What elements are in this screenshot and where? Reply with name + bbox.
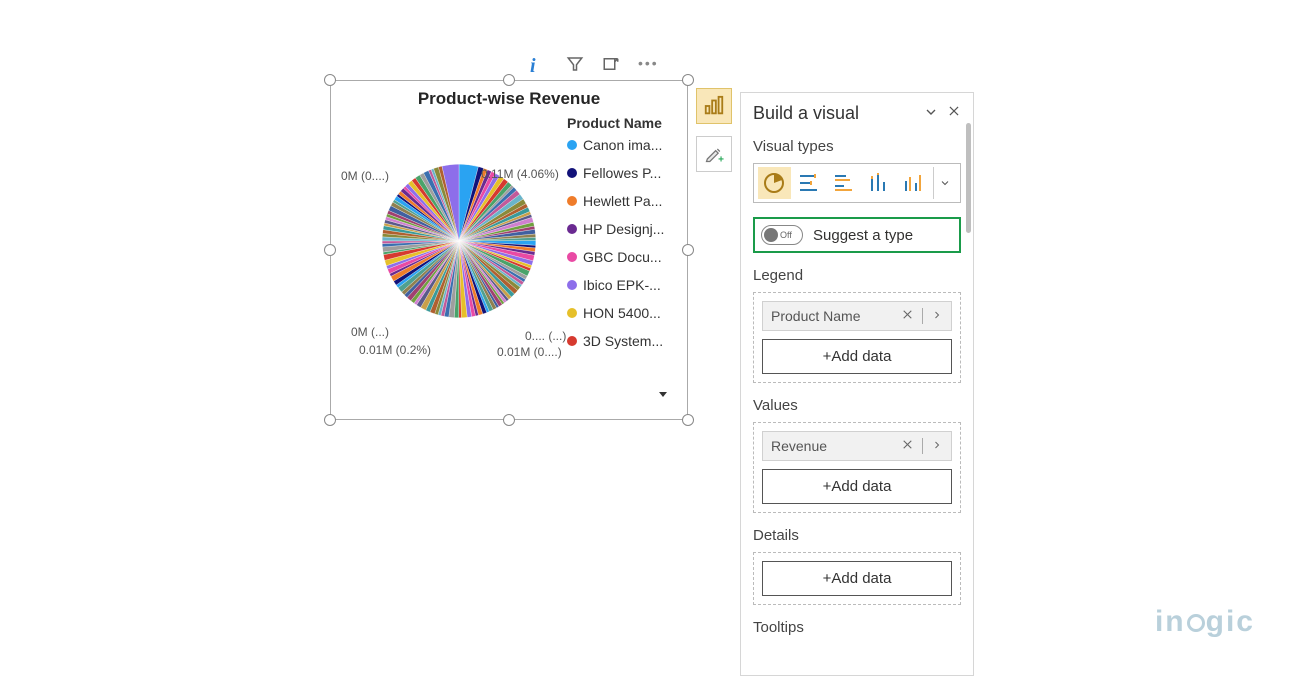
legend-label: 3D System... (583, 333, 663, 349)
legend-dot (567, 224, 577, 234)
close-icon[interactable] (947, 104, 961, 123)
legend-item[interactable]: 3D System... (567, 333, 677, 349)
divider (922, 438, 923, 454)
build-visual-panel: Build a visual Visual types (740, 92, 974, 676)
remove-field-icon[interactable] (901, 438, 914, 454)
suggest-type-label: Suggest a type (813, 227, 913, 244)
field-menu-icon[interactable] (931, 438, 943, 454)
add-data-button[interactable]: +Add data (762, 469, 952, 504)
legend-item[interactable]: HON 5400... (567, 305, 677, 321)
details-field-well[interactable]: +Add data (753, 552, 961, 605)
viz-types-more[interactable] (933, 167, 956, 199)
legend-label: Canon ima... (583, 137, 662, 153)
visual-types-label: Visual types (753, 138, 961, 155)
values-section-label: Values (753, 397, 961, 414)
resize-handle[interactable] (682, 244, 694, 256)
legend-field-well[interactable]: Product Name +Add data (753, 292, 961, 383)
legend-dot (567, 336, 577, 346)
legend-dot (567, 280, 577, 290)
resize-handle[interactable] (682, 74, 694, 86)
values-field-chip[interactable]: Revenue (762, 431, 952, 461)
resize-handle[interactable] (324, 74, 336, 86)
legend-field-chip[interactable]: Product Name (762, 301, 952, 331)
suggest-type-row: Off Suggest a type (753, 217, 961, 253)
watermark: ingic (1155, 605, 1255, 639)
remove-field-icon[interactable] (901, 308, 914, 324)
chart-legend: Product Name Canon ima... Fellowes P... He… (567, 115, 677, 361)
legend-dot (567, 308, 577, 318)
focus-mode-icon[interactable] (602, 55, 620, 73)
legend-label: HON 5400... (583, 305, 661, 321)
legend-label: Hewlett Pa... (583, 193, 662, 209)
toggle-state: Off (780, 230, 792, 240)
more-options-icon[interactable]: ••• (638, 55, 656, 73)
pie-label: 0.01M (0.2%) (359, 343, 431, 357)
panel-tab-buttons: + (696, 88, 732, 172)
pie-label: 0.01M (0....) (497, 345, 562, 359)
info-icon[interactable]: i (530, 55, 548, 73)
visual-types-row (753, 163, 961, 203)
viz-type-stacked-column[interactable] (863, 167, 896, 199)
pie-label: 0.11M (4.06%) (481, 167, 559, 181)
viz-type-clustered-bar[interactable] (828, 167, 861, 199)
legend-label: Fellowes P... (583, 165, 661, 181)
viz-type-pie[interactable] (758, 167, 791, 199)
pie-chart[interactable] (379, 161, 539, 321)
legend-item[interactable]: GBC Docu... (567, 249, 677, 265)
scrollbar[interactable] (966, 123, 971, 233)
add-data-button[interactable]: +Add data (762, 561, 952, 596)
legend-label: Ibico EPK-... (583, 277, 661, 293)
divider (922, 308, 923, 324)
panel-title: Build a visual (753, 103, 859, 124)
svg-text:+: + (718, 154, 724, 164)
legend-item[interactable]: HP Designj... (567, 221, 677, 237)
field-name: Product Name (771, 308, 860, 324)
values-field-well[interactable]: Revenue +Add data (753, 422, 961, 513)
filter-icon[interactable] (566, 55, 584, 73)
field-menu-icon[interactable] (931, 308, 943, 324)
resize-handle[interactable] (503, 414, 515, 426)
suggest-type-toggle[interactable]: Off (761, 225, 803, 245)
legend-item[interactable]: Fellowes P... (567, 165, 677, 181)
resize-handle[interactable] (324, 414, 336, 426)
legend-dot (567, 252, 577, 262)
resize-handle[interactable] (324, 244, 336, 256)
pie-label: 0M (...) (351, 325, 389, 339)
legend-dot (567, 196, 577, 206)
visual-header-toolbar: i ••• (530, 55, 656, 73)
legend-title: Product Name (567, 115, 677, 131)
legend-label: HP Designj... (583, 221, 664, 237)
collapse-icon[interactable] (923, 104, 939, 123)
viz-type-stacked-bar[interactable] (793, 167, 826, 199)
details-section-label: Details (753, 527, 961, 544)
resize-handle[interactable] (682, 414, 694, 426)
chart-visual-container[interactable]: Product-wise Revenue 0M (0....) 0.11M (4… (330, 80, 688, 420)
pie-label: 0M (0....) (341, 169, 389, 183)
build-visual-tab[interactable] (696, 88, 732, 124)
legend-item[interactable]: Canon ima... (567, 137, 677, 153)
field-name: Revenue (771, 438, 827, 454)
legend-item[interactable]: Ibico EPK-... (567, 277, 677, 293)
resize-handle[interactable] (503, 74, 515, 86)
pie-label: 0.... (...) (525, 329, 566, 343)
add-data-button[interactable]: +Add data (762, 339, 952, 374)
legend-more-icon[interactable] (657, 387, 669, 403)
tooltips-section-label: Tooltips (753, 619, 961, 636)
legend-label: GBC Docu... (583, 249, 662, 265)
legend-section-label: Legend (753, 267, 961, 284)
legend-item[interactable]: Hewlett Pa... (567, 193, 677, 209)
legend-dot (567, 140, 577, 150)
format-visual-tab[interactable]: + (696, 136, 732, 172)
panel-header: Build a visual (753, 103, 961, 124)
legend-dot (567, 168, 577, 178)
viz-type-clustered-column[interactable] (898, 167, 931, 199)
